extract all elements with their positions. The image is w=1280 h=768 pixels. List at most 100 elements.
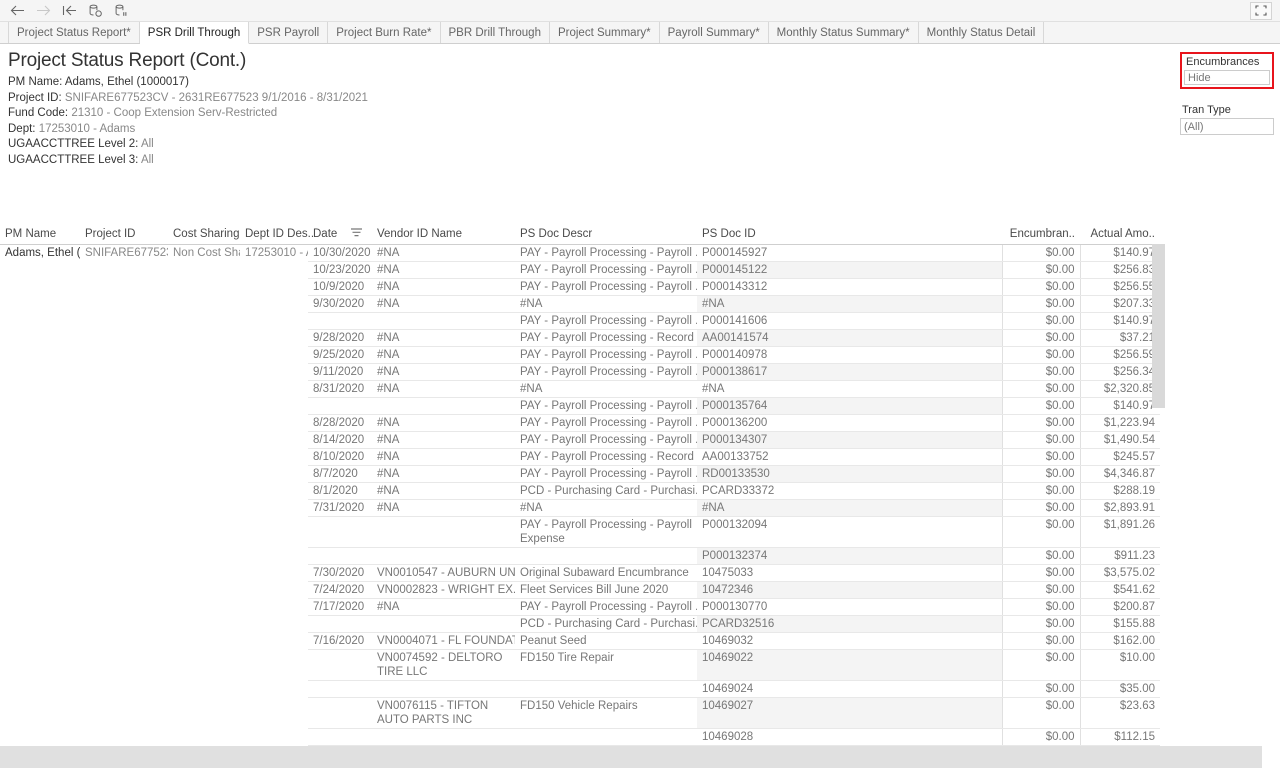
cell-ps-doc-id: #NA	[697, 380, 1002, 399]
report-field-label: PM Name:	[8, 76, 63, 88]
table-row[interactable]: Adams, Ethel (10000017)SNIFARE677523 CV …	[0, 244, 1160, 768]
report-field: Dept: 17253010 - Adams	[8, 122, 1008, 138]
refresh-icon[interactable]	[82, 1, 108, 21]
encumbrances-filter-value[interactable]: Hide	[1184, 70, 1270, 85]
encumbrances-filter[interactable]: Encumbrances Hide	[1180, 52, 1274, 89]
cell-ps-doc-id: P000145927	[697, 244, 1002, 263]
cell-encumbrance-amount: $0.00	[1001, 278, 1080, 297]
cell-date: 10/9/2020	[308, 278, 372, 297]
column-header-pm-name[interactable]: PM Name	[0, 226, 80, 246]
forward-icon[interactable]	[30, 1, 56, 21]
cell-actual-amount: $1,223.94	[1079, 414, 1160, 433]
cell-actual-amount: $256.59	[1079, 346, 1160, 365]
cell-encumbrance-amount: $0.00	[1001, 649, 1080, 682]
cell-ps-doc-id: P000140978	[697, 346, 1002, 365]
column-header-actual-amo[interactable]: Actual Amo..	[1080, 226, 1160, 246]
tab-project-burn-rate[interactable]: Project Burn Rate*	[328, 22, 441, 43]
report-field-value: 17253010 - Adams	[38, 122, 136, 135]
cell-actual-amount: $4,346.87	[1079, 465, 1160, 484]
tab-payroll-summary[interactable]: Payroll Summary*	[659, 22, 769, 43]
cell-actual-amount: $200.87	[1079, 598, 1160, 617]
worksheet-tab-strip: Project Status Report* PSR Drill Through P…	[0, 22, 1280, 44]
cell-encumbrance-amount: $0.00	[1001, 516, 1080, 549]
column-header-label: PS Doc ID	[702, 228, 756, 241]
cell-encumbrance-amount: $0.00	[1001, 329, 1080, 348]
toolbar	[0, 0, 1280, 22]
cell-ps-doc-id: 10469027	[697, 697, 1002, 730]
cell-vendor-id-name: #NA	[372, 244, 515, 263]
cell-actual-amount: $37.21	[1079, 329, 1160, 348]
cell-ps-doc-id: P000138617	[697, 363, 1002, 382]
cell-encumbrance-amount: $0.00	[1001, 363, 1080, 382]
cell-ps-doc-id: P000130770	[697, 598, 1002, 617]
data-table-container[interactable]: PM Name Project ID Cost Sharing Dept ID Des…	[0, 226, 1165, 768]
cell-date	[308, 397, 372, 416]
report-field-value: SNIFARE677523CV - 2631RE677523 9/1/2016 …	[64, 91, 368, 104]
tab-pbr-drill-through[interactable]: PBR Drill Through	[440, 22, 550, 43]
tab-project-summary[interactable]: Project Summary*	[549, 22, 660, 43]
column-header-cost-sharing[interactable]: Cost Sharing	[168, 226, 240, 246]
cell-ps-doc-id: P000145122	[697, 261, 1002, 280]
cell-date: 8/1/2020	[308, 482, 372, 501]
cell-ps-doc-descr: PCD - Purchasing Card - Purchasi..	[515, 615, 697, 634]
tab-project-status-report[interactable]: Project Status Report*	[8, 22, 140, 43]
cell-encumbrance-amount: $0.00	[1001, 414, 1080, 433]
cell-ps-doc-id: PCARD33372	[697, 482, 1002, 501]
cell-ps-doc-descr: PAY - Payroll Processing - Payroll ..	[515, 261, 697, 280]
cell-ps-doc-id: 10469032	[697, 632, 1002, 651]
cell-ps-doc-descr: PAY - Payroll Processing - Payroll Expen…	[515, 516, 697, 549]
tran-type-filter-label: Tran Type	[1182, 104, 1231, 116]
tab-psr-drill-through[interactable]: PSR Drill Through	[139, 22, 250, 44]
revert-icon[interactable]	[56, 1, 82, 21]
tab-psr-payroll[interactable]: PSR Payroll	[249, 22, 329, 43]
column-header-dept-id-des[interactable]: Dept ID Des..	[240, 226, 314, 246]
column-header-date[interactable]: Date	[308, 226, 372, 246]
cell-encumbrance-amount: $0.00	[1001, 397, 1080, 416]
cell-ps-doc-id: AA00133752	[697, 448, 1002, 467]
cell-cost-sharing: Non Cost Sharing	[168, 244, 240, 768]
cell-vendor-id-name: #NA	[372, 346, 515, 365]
sort-descending-icon[interactable]	[351, 228, 363, 240]
report-field-label: UGAACCTTREE Level 3:	[8, 153, 139, 166]
cell-date: 10/30/2020	[308, 244, 372, 263]
cell-vendor-id-name: #NA	[372, 598, 515, 617]
report-field-list: PM Name: Adams, Ethel (1000017) Project I…	[8, 75, 1008, 168]
cell-date	[308, 649, 372, 682]
cell-date: 8/14/2020	[308, 431, 372, 450]
column-header-label: Actual Amo..	[1090, 228, 1155, 241]
column-header-encumbran[interactable]: Encumbran..	[1002, 226, 1080, 246]
tab-monthly-status-detail[interactable]: Monthly Status Detail	[918, 22, 1045, 43]
column-header-project-id[interactable]: Project ID	[80, 226, 168, 246]
scrollbar-corner	[1262, 746, 1280, 768]
tab-monthly-status-summary[interactable]: Monthly Status Summary*	[768, 22, 919, 43]
report-field: PM Name: Adams, Ethel (1000017)	[8, 75, 1008, 91]
column-header-label: Dept ID Des..	[245, 228, 315, 241]
cell-actual-amount: $140.97	[1079, 244, 1160, 263]
cell-vendor-id-name: VN0074592 - DELTORO TIRE LLC	[372, 649, 515, 682]
cell-ps-doc-descr: PAY - Payroll Processing - Record ..	[515, 448, 697, 467]
column-header-ps-doc-id[interactable]: PS Doc ID	[697, 226, 1002, 246]
cell-vendor-id-name: #NA	[372, 448, 515, 467]
cell-date	[308, 312, 372, 331]
cell-ps-doc-descr: PAY - Payroll Processing - Record ..	[515, 329, 697, 348]
vertical-scrollbar-thumb[interactable]	[1152, 244, 1165, 408]
cell-ps-doc-descr	[515, 728, 697, 747]
column-header-label: Cost Sharing	[173, 228, 240, 241]
pause-icon[interactable]	[108, 1, 134, 21]
column-header-vendor-id-name[interactable]: Vendor ID Name	[372, 226, 515, 246]
tran-type-filter[interactable]: Tran Type (All)	[1180, 103, 1274, 135]
cell-encumbrance-amount: $0.00	[1001, 482, 1080, 501]
fullscreen-icon[interactable]	[1250, 1, 1272, 20]
cell-ps-doc-id: P000143312	[697, 278, 1002, 297]
tran-type-filter-value[interactable]: (All)	[1180, 118, 1274, 135]
column-header-ps-doc-descr[interactable]: PS Doc Descr	[515, 226, 697, 246]
column-header-label: Date	[313, 228, 338, 241]
horizontal-scrollbar-area[interactable]	[0, 746, 1280, 768]
cell-actual-amount: $23.63	[1079, 697, 1160, 730]
back-icon[interactable]	[4, 1, 30, 21]
report-field-label: UGAACCTTREE Level 2:	[8, 138, 139, 150]
report-field: UGAACCTTREE Level 2: All	[8, 137, 1008, 153]
cell-actual-amount: $911.23	[1079, 547, 1160, 566]
cell-ps-doc-id: 10469022	[697, 649, 1002, 682]
cell-actual-amount: $1,490.54	[1079, 431, 1160, 450]
